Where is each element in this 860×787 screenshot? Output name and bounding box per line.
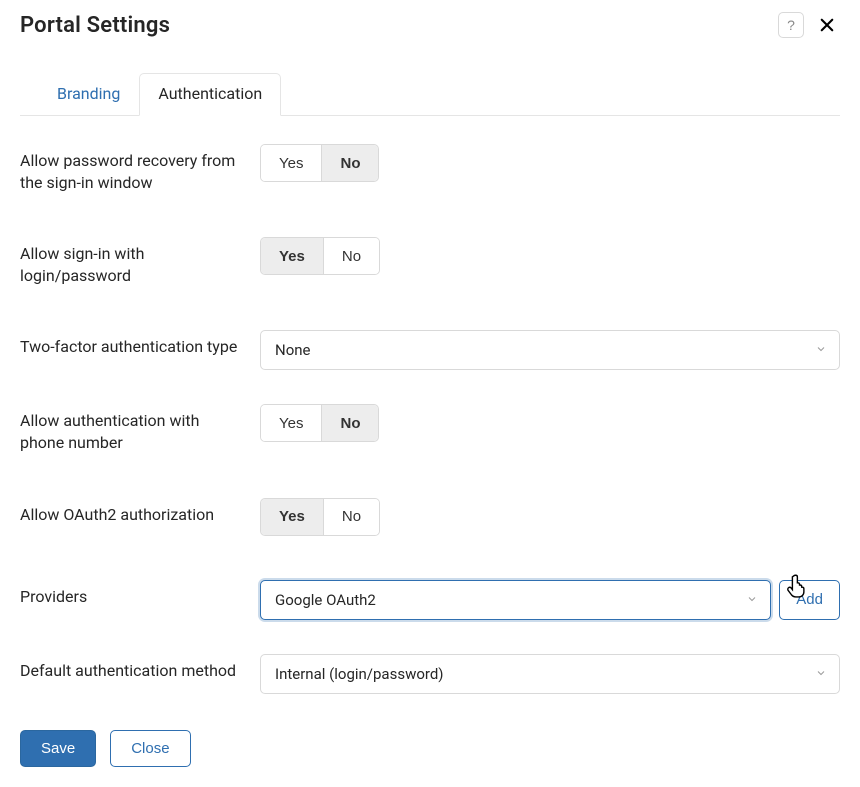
tabs: Branding Authentication xyxy=(20,72,840,116)
select-value: Google OAuth2 xyxy=(275,591,376,609)
toggle-yes[interactable]: Yes xyxy=(261,145,321,181)
select-two-factor-type[interactable]: None xyxy=(260,330,840,370)
toggle-no[interactable]: No xyxy=(321,145,378,181)
label-allow-oauth2: Allow OAuth2 authorization xyxy=(20,498,260,526)
select-value: None xyxy=(275,341,311,359)
toggle-no[interactable]: No xyxy=(321,405,378,441)
help-icon: ? xyxy=(787,17,795,33)
toggle-no[interactable]: No xyxy=(323,499,379,535)
toggle-yes[interactable]: Yes xyxy=(261,238,323,274)
label-allow-password-recovery: Allow password recovery from the sign-in… xyxy=(20,144,260,193)
toggle-allow-phone-auth[interactable]: Yes No xyxy=(260,404,379,442)
label-two-factor-type: Two-factor authentication type xyxy=(20,330,260,358)
footer-close-button[interactable]: Close xyxy=(110,730,190,767)
page-title: Portal Settings xyxy=(20,13,170,38)
help-button[interactable]: ? xyxy=(778,12,804,38)
toggle-allow-login-password[interactable]: Yes No xyxy=(260,237,380,275)
chevron-down-icon xyxy=(746,591,758,609)
tab-branding[interactable]: Branding xyxy=(38,73,139,116)
save-button[interactable]: Save xyxy=(20,730,96,767)
select-default-auth-method[interactable]: Internal (login/password) xyxy=(260,654,840,694)
chevron-down-icon xyxy=(815,341,827,359)
close-button[interactable] xyxy=(814,12,840,38)
add-provider-button[interactable]: Add xyxy=(779,580,840,620)
toggle-yes[interactable]: Yes xyxy=(261,405,321,441)
toggle-allow-password-recovery[interactable]: Yes No xyxy=(260,144,379,182)
chevron-down-icon xyxy=(815,665,827,683)
toggle-no[interactable]: No xyxy=(323,238,379,274)
select-providers[interactable]: Google OAuth2 xyxy=(260,580,771,620)
close-icon xyxy=(818,16,836,34)
label-default-auth-method: Default authentication method xyxy=(20,654,260,682)
toggle-allow-oauth2[interactable]: Yes No xyxy=(260,498,380,536)
label-allow-login-password: Allow sign-in with login/password xyxy=(20,237,260,286)
label-providers: Providers xyxy=(20,580,260,608)
select-value: Internal (login/password) xyxy=(275,665,444,683)
label-allow-phone-auth: Allow authentication with phone number xyxy=(20,404,260,453)
tab-authentication[interactable]: Authentication xyxy=(139,73,281,116)
toggle-yes[interactable]: Yes xyxy=(261,499,323,535)
